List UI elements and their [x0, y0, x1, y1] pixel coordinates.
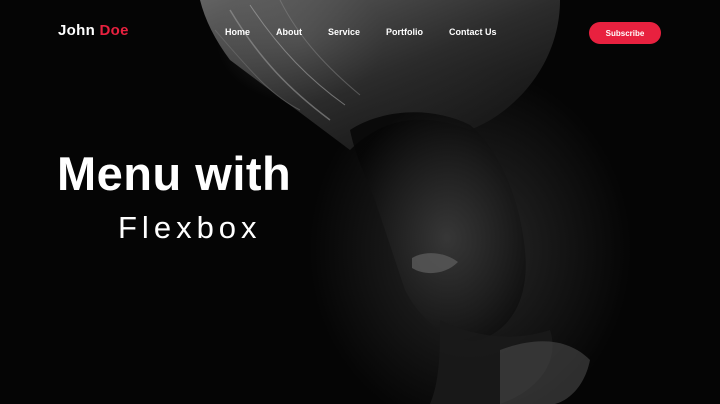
nav-item-about[interactable]: About	[276, 27, 302, 37]
hero-subtitle: Flexbox	[118, 210, 262, 245]
navbar: John Doe Home About Service Portfolio Co…	[0, 0, 720, 64]
nav-item-contact-us[interactable]: Contact Us	[449, 27, 497, 37]
nav-item-home[interactable]: Home	[225, 27, 250, 37]
logo[interactable]: John Doe	[58, 22, 129, 39]
logo-last-name: Doe	[99, 22, 129, 39]
nav-item-portfolio[interactable]: Portfolio	[386, 27, 423, 37]
subscribe-button[interactable]: Subscribe	[589, 22, 661, 44]
nav-menu: Home About Service Portfolio Contact Us	[225, 27, 497, 37]
hero-title: Menu with	[57, 147, 292, 200]
logo-first-name: John	[58, 22, 96, 39]
nav-item-service[interactable]: Service	[328, 27, 360, 37]
